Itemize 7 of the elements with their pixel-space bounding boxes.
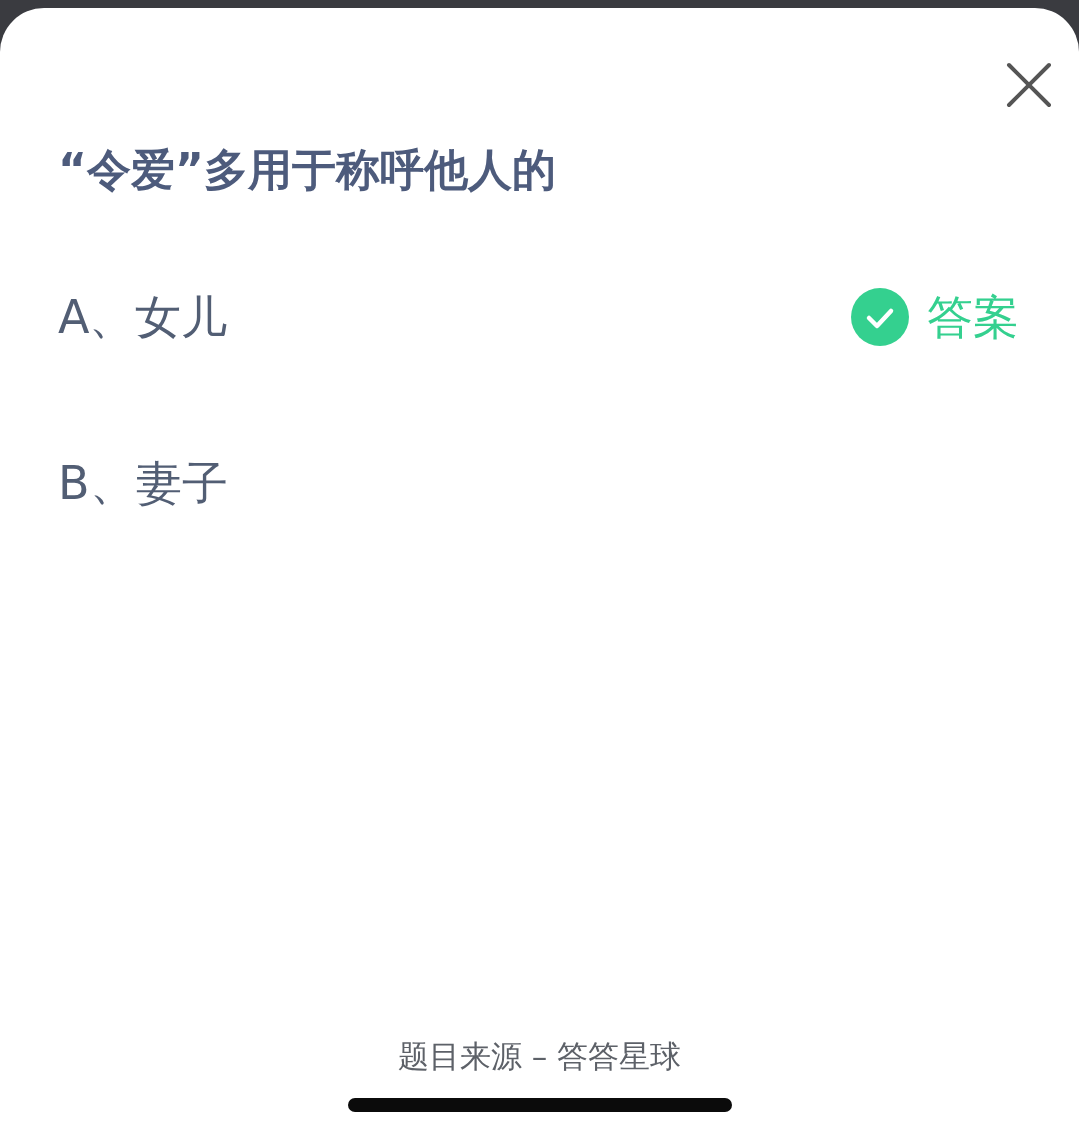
answer-label: 答案 (927, 289, 1019, 346)
close-icon (1006, 62, 1052, 108)
question-title: “令爱”多用于称呼他人的 (58, 143, 557, 197)
source-text: 题目来源 – 答答星球 (397, 1037, 682, 1076)
answer-option[interactable]: A、女儿 (58, 288, 228, 346)
check-circle-icon (851, 288, 909, 346)
answer-option[interactable]: B、妻子 (58, 454, 228, 512)
